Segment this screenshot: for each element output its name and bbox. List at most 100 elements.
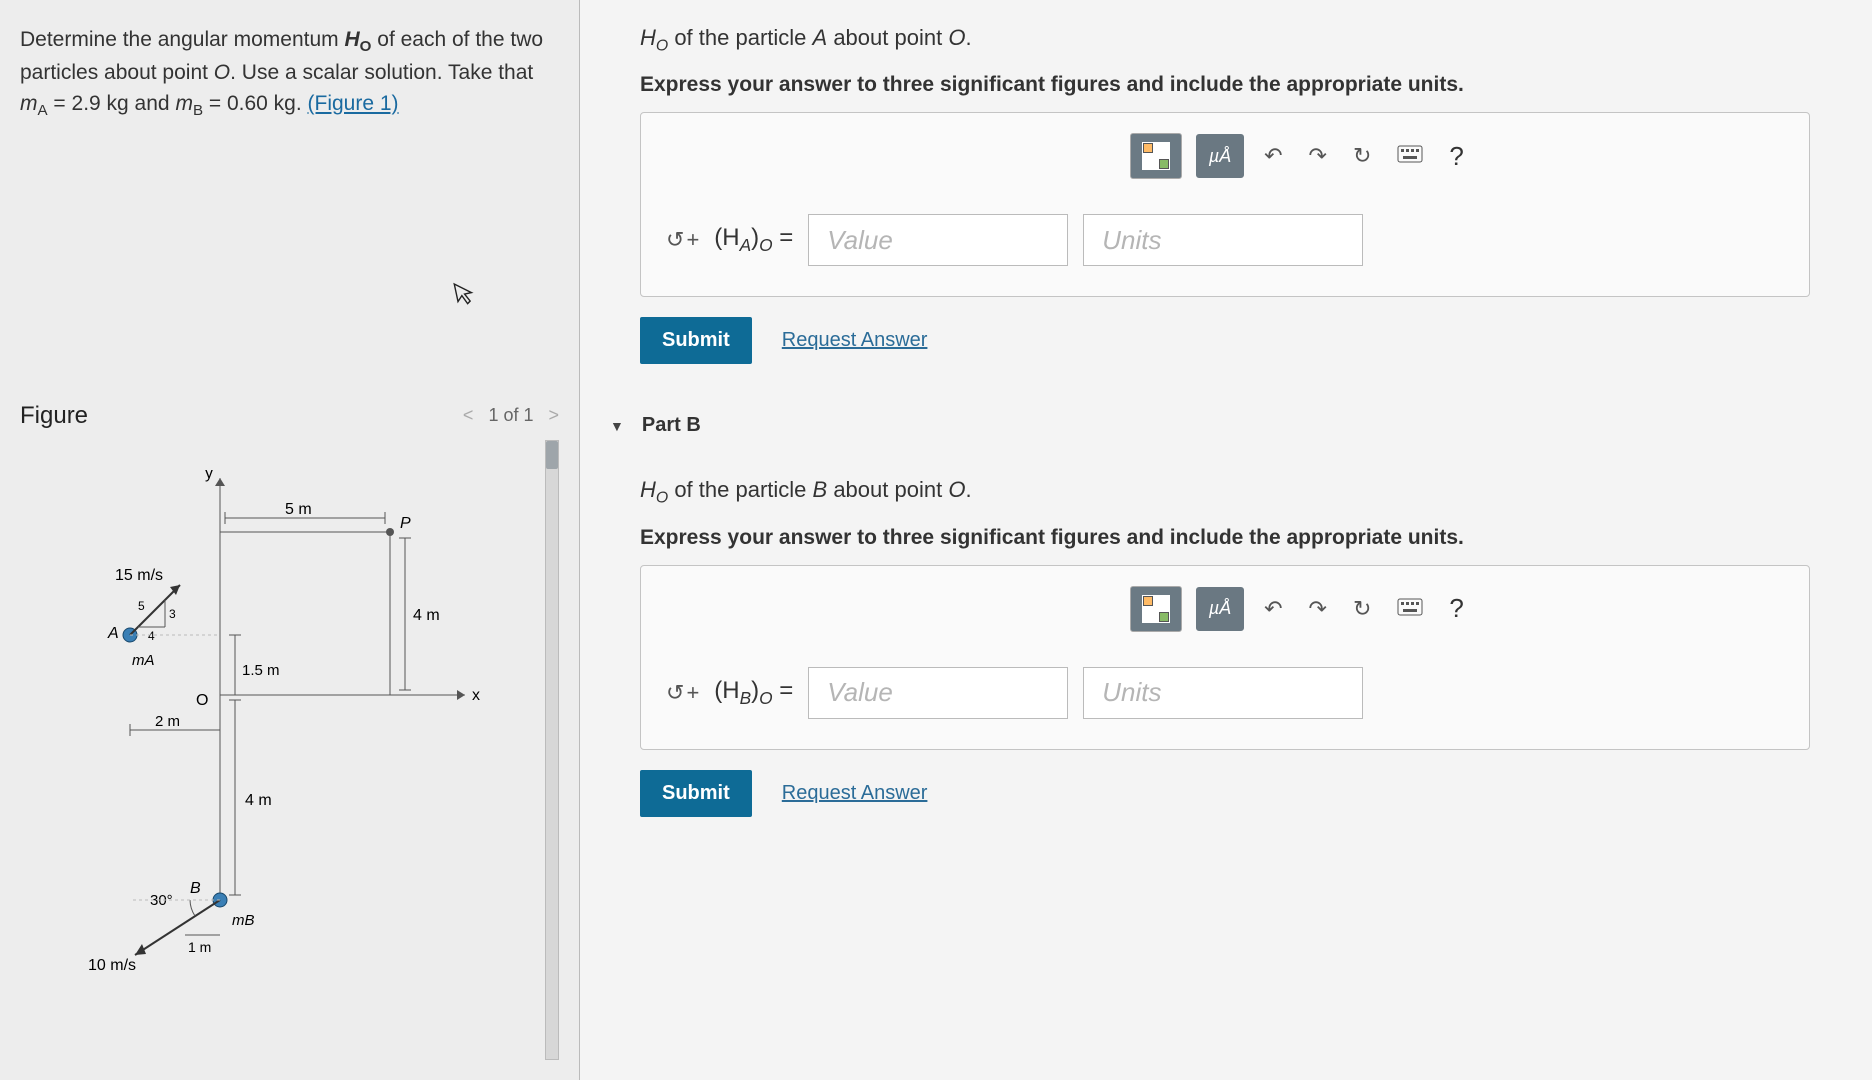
eqB-1: (H — [714, 677, 739, 704]
partB-answer-box: µÅ ↶ ↷ ↻ ? ↺+ (HB)O = Value Units — [640, 565, 1810, 750]
triangle-4: 4 — [148, 629, 155, 643]
partA-value-input[interactable]: Value — [808, 214, 1068, 266]
undo-icon-B[interactable]: ↶ — [1258, 596, 1288, 622]
figure-diagram: x y O P 5 m 4 m A mA — [20, 460, 559, 1030]
partA-request-answer[interactable]: Request Answer — [782, 329, 928, 352]
dim-1m: 1 m — [188, 939, 211, 955]
partB-units-input[interactable]: Units — [1083, 667, 1363, 719]
redo-icon-A[interactable]: ↷ — [1303, 143, 1333, 169]
left-scrollbar-thumb[interactable] — [546, 441, 558, 469]
problem-statement: Determine the angular momentum HO of eac… — [20, 25, 559, 122]
mB-label: mB — [232, 912, 255, 929]
units-button-B[interactable]: µÅ — [1196, 587, 1244, 631]
figure-title: Figure — [20, 402, 88, 430]
eqB-subB: B — [740, 688, 752, 708]
dim-4m: 4 m — [245, 792, 272, 809]
partA-submit-button[interactable]: Submit — [640, 317, 752, 364]
dim-1p5m: 1.5 m — [242, 662, 280, 679]
eqB-subO: O — [759, 688, 772, 708]
template-icon — [1142, 142, 1170, 170]
partA-units-input[interactable]: Units — [1083, 214, 1363, 266]
figure-next[interactable]: > — [548, 405, 559, 426]
partB-prompt: HO of the particle B about point O. — [640, 477, 1862, 507]
partB-H: H — [640, 477, 656, 502]
template-button-B[interactable] — [1130, 586, 1182, 632]
partA-txt2: about point — [827, 25, 948, 50]
triangle-5: 5 — [138, 599, 145, 613]
help-button-A[interactable]: ? — [1443, 141, 1469, 172]
partA-sign-convention: ↺+ — [666, 227, 699, 253]
vel-A-label: 15 m/s — [115, 567, 163, 584]
partB-toolbar: µÅ ↶ ↷ ↻ ? — [666, 586, 1784, 632]
partB-title: Part B — [642, 414, 701, 437]
partB-sign-convention: ↺+ — [666, 680, 699, 706]
reset-icon-A[interactable]: ↻ — [1347, 143, 1377, 169]
ps-mB-sub: B — [193, 102, 203, 119]
plus-sign: + — [686, 227, 699, 253]
template-icon-B — [1142, 595, 1170, 623]
partA-txt1: of the particle — [668, 25, 812, 50]
eqA-2: ) — [751, 224, 759, 251]
figure-header: Figure < 1 of 1 > — [20, 402, 559, 440]
partA-input-row: ↺+ (HA)O = Value Units — [666, 214, 1784, 266]
dim-4m-top: 4 m — [413, 607, 440, 624]
partA-answer-box: µÅ ↶ ↷ ↻ ? ↺+ (HA)O = Value Units — [640, 112, 1810, 297]
eqA-subA: A — [740, 235, 752, 255]
ps-text-1: Determine the angular momentum — [20, 28, 345, 51]
ccw-icon: ↺ — [666, 227, 684, 253]
eqB-2: ) — [751, 677, 759, 704]
partB-eq-label: (HB)O = — [714, 677, 793, 709]
dim-5m: 5 m — [285, 501, 312, 518]
left-panel: Determine the angular momentum HO of eac… — [0, 0, 580, 1080]
units-button-A[interactable]: µÅ — [1196, 134, 1244, 178]
partA-instruction: Express your answer to three significant… — [640, 73, 1862, 97]
partB-collapse-caret[interactable]: ▼ — [610, 418, 624, 434]
keyboard-icon-A[interactable] — [1391, 143, 1429, 169]
right-panel: HO of the particle A about point O. Expr… — [580, 0, 1872, 1080]
partA-prompt: HO of the particle A about point O. — [640, 25, 1862, 55]
figure-link[interactable]: (Figure 1) — [308, 92, 399, 115]
partB-instruction: Express your answer to three significant… — [640, 526, 1862, 550]
eqA-3: = — [773, 224, 794, 251]
undo-icon-A[interactable]: ↶ — [1258, 143, 1288, 169]
template-button-A[interactable] — [1130, 133, 1182, 179]
keyboard-icon-B[interactable] — [1391, 596, 1429, 622]
ps-var-H: H — [345, 28, 360, 51]
plus-sign-B: + — [686, 680, 699, 706]
axis-y-label: y — [205, 470, 213, 482]
figure-prev[interactable]: < — [463, 405, 474, 426]
ps-mB-var: m — [175, 92, 193, 115]
particle-A-label: A — [107, 625, 119, 642]
help-button-B[interactable]: ? — [1443, 593, 1469, 624]
partB-request-answer[interactable]: Request Answer — [782, 782, 928, 805]
origin-label: O — [196, 692, 208, 709]
partB-txt2: about point — [827, 477, 948, 502]
partA-H-sub: O — [656, 37, 668, 54]
partB-value-input[interactable]: Value — [808, 667, 1068, 719]
dim-2m: 2 m — [155, 713, 180, 730]
partA-particle: A — [813, 25, 828, 50]
eqA-1: (H — [714, 224, 739, 251]
partB-submit-button[interactable]: Submit — [640, 770, 752, 817]
partA-submit-row: Submit Request Answer — [640, 317, 1862, 364]
partB-header[interactable]: ▼ Part B — [610, 414, 1862, 437]
cursor-icon — [452, 278, 478, 313]
axis-x-label: x — [472, 687, 480, 704]
left-scrollbar[interactable] — [545, 440, 559, 1060]
figure-nav: < 1 of 1 > — [463, 405, 559, 426]
eqA-subO: O — [759, 235, 772, 255]
reset-icon-B[interactable]: ↻ — [1347, 596, 1377, 622]
partA-toolbar: µÅ ↶ ↷ ↻ ? — [666, 133, 1784, 179]
partB-particle: B — [813, 477, 828, 502]
ps-var-H-sub: O — [360, 38, 372, 55]
vel-B-label: 10 m/s — [88, 957, 136, 974]
ccw-icon-B: ↺ — [666, 680, 684, 706]
partA-eq-label: (HA)O = — [714, 224, 793, 256]
redo-icon-B[interactable]: ↷ — [1303, 596, 1333, 622]
particle-B-label: B — [190, 880, 201, 897]
ps-text-3: . Use a scalar solution. Take that — [230, 61, 533, 84]
ps-text-4: = 2.9 kg and — [48, 92, 176, 115]
triangle-3: 3 — [169, 607, 176, 621]
partA-point: O — [948, 25, 965, 50]
partB-submit-row: Submit Request Answer — [640, 770, 1862, 817]
